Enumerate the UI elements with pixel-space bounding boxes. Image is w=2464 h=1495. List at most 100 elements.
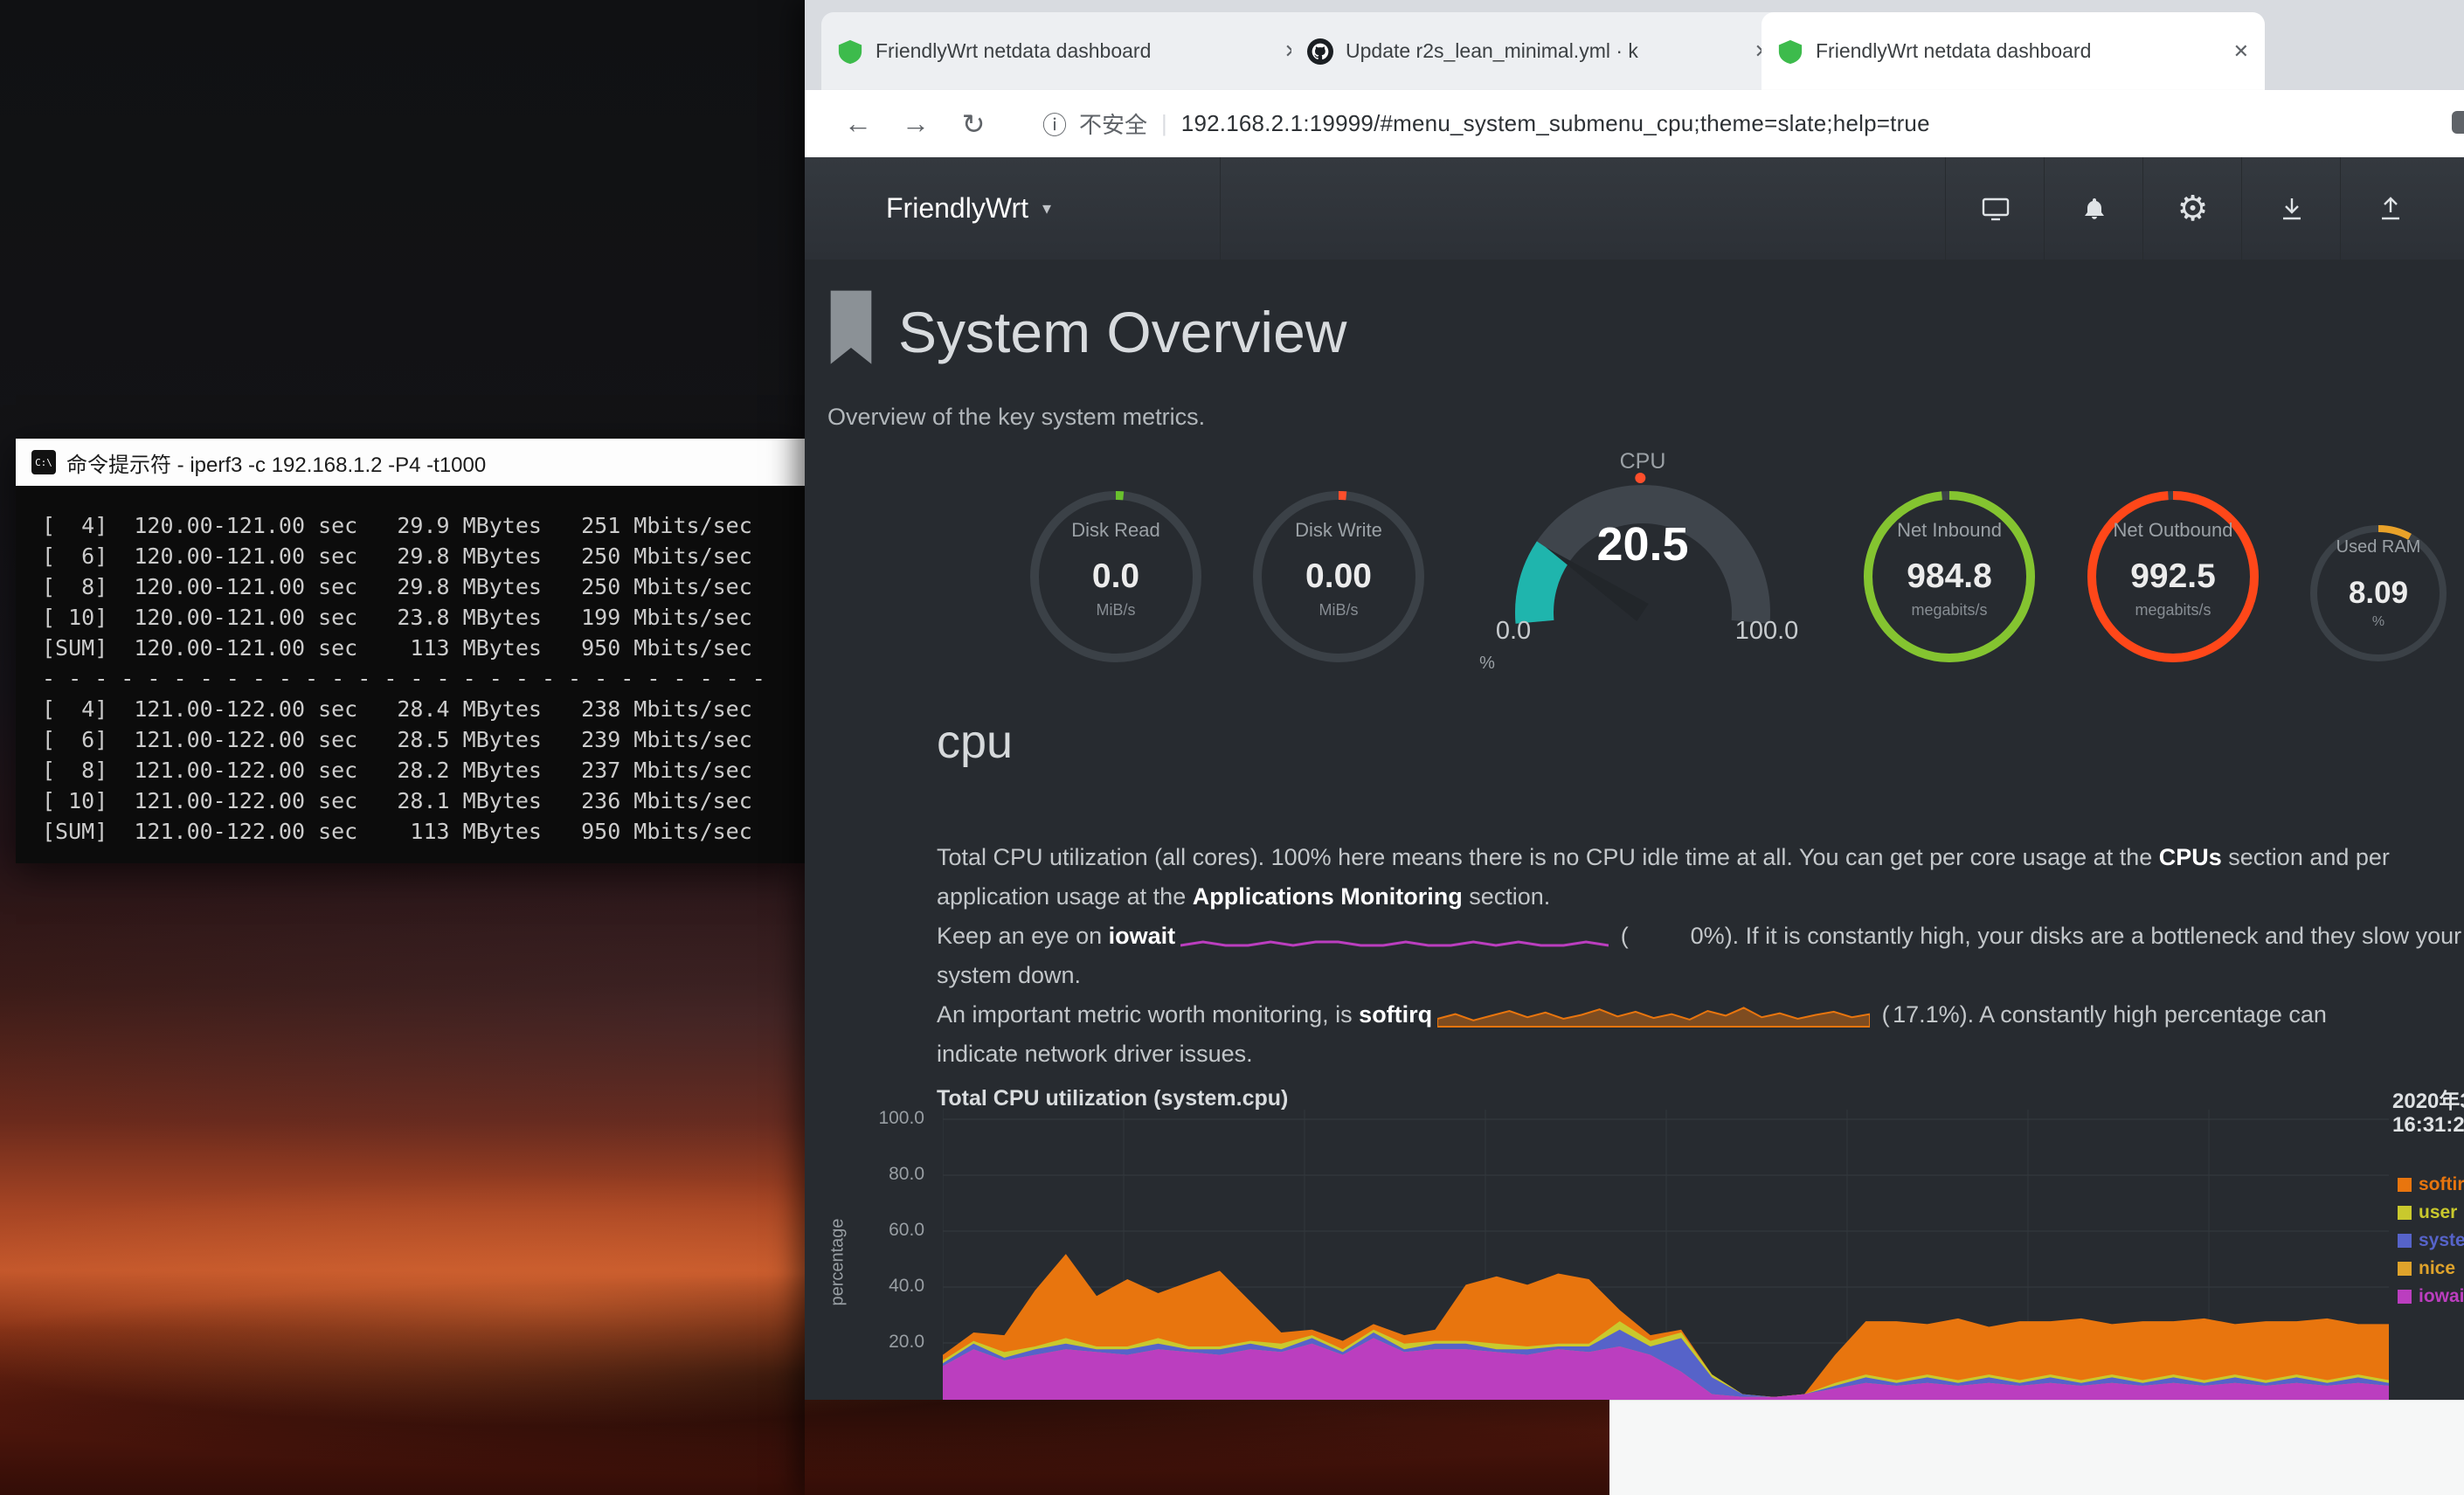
help-text: section. (1463, 883, 1551, 910)
legend-swatch (2398, 1234, 2412, 1248)
alarms-bell-icon (2079, 193, 2110, 225)
help-line-1: Total CPU utilization (all cores). 100% … (937, 844, 2390, 883)
import-download-icon (2276, 193, 2308, 225)
help-text: ( (1614, 923, 1629, 949)
net-outbound-gauge[interactable]: Net Outbound 992.5 megabits/s (2084, 488, 2262, 666)
terminal-line: [ 8] 121.00-122.00 sec 28.2 MBytes 237 M… (42, 755, 805, 786)
legend-label: softirq (2419, 1174, 2464, 1195)
bookmark-icon[interactable] (827, 290, 876, 369)
screen-button[interactable] (1945, 157, 2045, 260)
tab-strip: FriendlyWrt netdata dashboard ✕ Update r… (805, 0, 2464, 90)
terminal-line: - - - - - - - - - - - - - - - - - - - - … (42, 663, 805, 694)
gauge-value: 0.0 (1027, 557, 1205, 596)
disk-write-gauge[interactable]: Disk Write 0.00 MiB/s (1249, 488, 1428, 666)
legend-item-system[interactable]: system (2398, 1227, 2464, 1255)
signin-banner: Like what you see? Sign in to experience… (1609, 1400, 2464, 1495)
legend-label: nice (2419, 1258, 2455, 1279)
help-line-4: system down. (937, 962, 1081, 1001)
chart-legend: softirq user system nice iowait (2398, 1171, 2464, 1311)
section-heading-cpu: cpu (937, 715, 1013, 769)
used-ram-gauge[interactable]: Used RAM 8.09 % (2307, 522, 2450, 665)
gauge-unit: MiB/s (1027, 601, 1205, 619)
cpu-utilization-chart[interactable] (943, 1110, 2389, 1400)
help-text: system down. (937, 962, 1081, 988)
gauge-label: Net Outbound (2084, 519, 2262, 542)
tab-friendlywrt-2-active[interactable]: FriendlyWrt netdata dashboard ✕ (1761, 12, 2265, 90)
terminal-line: [ 4] 120.00-121.00 sec 29.9 MBytes 251 M… (42, 510, 805, 541)
gauge-value: 984.8 (1860, 557, 2038, 596)
terminal-line: [ 10] 120.00-121.00 sec 23.8 MBytes 199 … (42, 602, 805, 633)
gauge-label: Disk Write (1249, 519, 1428, 542)
url-field[interactable]: 192.168.2.1:19999/#menu_system_submenu_c… (1181, 110, 1930, 137)
help-text-bold: iowait (1109, 923, 1176, 949)
gauge-unit: MiB/s (1249, 601, 1428, 619)
cmd-icon: C:\ (31, 450, 56, 474)
github-favicon-icon (1307, 38, 1333, 65)
y-tick: 100.0 (863, 1108, 924, 1129)
legend-swatch (2398, 1290, 2412, 1304)
gauge-unit: megabits/s (2084, 601, 2262, 619)
terminal-line: [ 6] 121.00-122.00 sec 28.5 MBytes 239 M… (42, 724, 805, 755)
brand-dropdown[interactable]: FriendlyWrt ▾ (805, 157, 1221, 260)
y-tick: 80.0 (863, 1164, 924, 1185)
tab-title: FriendlyWrt netdata dashboard (1816, 39, 2221, 63)
gauge-unit: megabits/s (1860, 601, 2038, 619)
security-label[interactable]: 不安全 (1079, 107, 1147, 140)
help-text: Total CPU utilization (all cores). 100% … (937, 844, 2159, 870)
legend-item-softirq[interactable]: softirq (2398, 1171, 2464, 1199)
tab-friendlywrt-1[interactable]: FriendlyWrt netdata dashboard ✕ (821, 12, 1316, 90)
terminal-line: [ 10] 121.00-122.00 sec 28.1 MBytes 236 … (42, 786, 805, 816)
y-tick: 40.0 (863, 1276, 924, 1297)
back-button[interactable]: ← (829, 107, 887, 140)
y-tick: 20.0 (863, 1332, 924, 1353)
alarms-button[interactable] (2044, 157, 2143, 260)
legend-item-nice[interactable]: nice (2398, 1255, 2464, 1283)
legend-swatch (2398, 1178, 2412, 1192)
applications-monitoring-link[interactable]: Applications Monitoring (1193, 883, 1463, 910)
help-text: Keep an eye on (937, 923, 1109, 949)
settings-button[interactable]: ⚙ (2142, 157, 2242, 260)
terminal-output[interactable]: [ 4] 120.00-121.00 sec 29.9 MBytes 251 M… (16, 486, 805, 863)
gauge-value: 8.09 (2307, 576, 2450, 611)
tab-github[interactable]: Update r2s_lean_minimal.yml · k ✕ (1291, 12, 1786, 90)
terminal-window[interactable]: C:\ 命令提示符 - iperf3 -c 192.168.1.2 -P4 -t… (16, 439, 805, 863)
export-upload-icon (2375, 193, 2406, 225)
reload-button[interactable]: ↻ (945, 107, 1002, 141)
cpu-gauge-label: CPU (1477, 449, 1809, 474)
page-title: System Overview (898, 299, 1346, 365)
softirq-sparkline-chart[interactable] (1437, 1004, 1870, 1028)
iowait-value: 0% (1629, 923, 1725, 950)
legend-item-user[interactable]: user (2398, 1199, 2464, 1227)
help-line-5: An important metric worth monitoring, is… (937, 1001, 2327, 1041)
terminal-title: 命令提示符 - iperf3 -c 192.168.1.2 -P4 -t1000 (66, 447, 486, 478)
terminal-titlebar[interactable]: C:\ 命令提示符 - iperf3 -c 192.168.1.2 -P4 -t… (16, 439, 805, 487)
chart-time-label: 16:31:2 (2392, 1113, 2464, 1138)
disk-read-gauge[interactable]: Disk Read 0.0 MiB/s (1027, 488, 1205, 666)
gauge-label: Used RAM (2307, 537, 2450, 557)
net-inbound-gauge[interactable]: Net Inbound 984.8 megabits/s (1860, 488, 2038, 666)
legend-item-iowait[interactable]: iowait (2398, 1283, 2464, 1311)
softirq-value: 17.1% (1890, 1001, 1960, 1028)
tab-title: FriendlyWrt netdata dashboard (876, 39, 1272, 63)
tab-close-icon[interactable]: ✕ (2233, 42, 2249, 61)
tab-title: Update r2s_lean_minimal.yml · k (1346, 39, 1742, 63)
extension-icon[interactable] (2452, 111, 2464, 134)
import-button[interactable] (2241, 157, 2341, 260)
terminal-line: [ 4] 121.00-122.00 sec 28.4 MBytes 238 M… (42, 694, 805, 724)
netdata-favicon-icon (837, 38, 863, 65)
cpus-link[interactable]: CPUs (2159, 844, 2222, 870)
omnibox-separator: | (1161, 110, 1167, 137)
help-line-2: application usage at the Applications Mo… (937, 883, 1550, 923)
netdata-favicon-icon (1777, 38, 1803, 65)
page-subtitle: Overview of the key system metrics. (827, 404, 1205, 431)
help-text: ). A constantly high percentage can (1960, 1001, 2327, 1028)
export-button[interactable] (2340, 157, 2440, 260)
forward-button[interactable]: → (887, 107, 945, 140)
netdata-header: FriendlyWrt ▾ ⚙ (805, 157, 2464, 260)
settings-gear-icon: ⚙ (2177, 191, 2209, 226)
cpu-gauge-value: 20.5 (1477, 517, 1809, 571)
legend-label: user (2419, 1202, 2457, 1223)
page-info-icon[interactable]: ⓘ (1042, 107, 1067, 142)
iowait-sparkline-chart[interactable] (1180, 926, 1609, 949)
legend-swatch (2398, 1262, 2412, 1276)
